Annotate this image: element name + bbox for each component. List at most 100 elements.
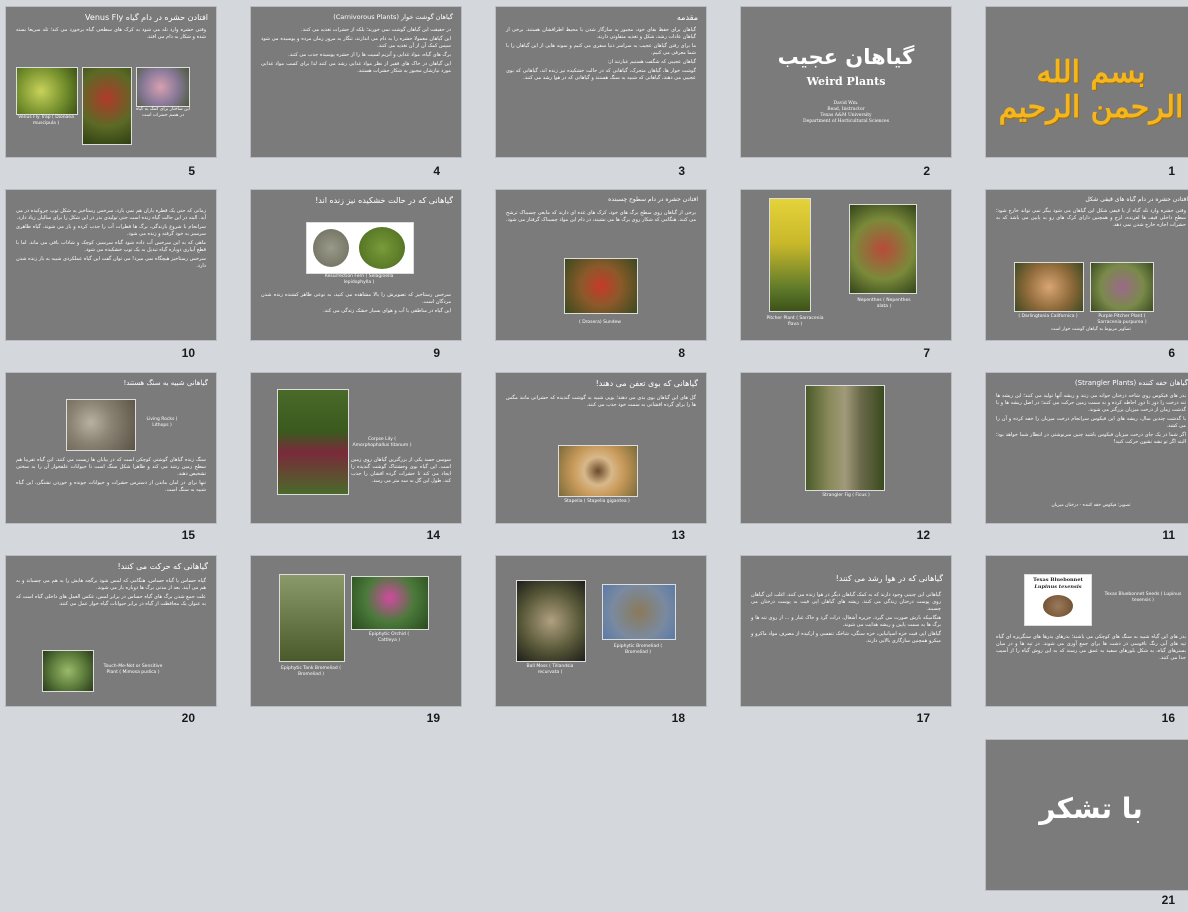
- slide-bullets: بذر های این گیاه شبیه به سنگ های کوچکی م…: [996, 634, 1186, 664]
- corpse-lily-photo: [277, 389, 349, 495]
- slide-thumbnail-2[interactable]: گیاهان عجیب Weird Plants David Wm. Bead,…: [741, 7, 951, 157]
- epiphytic-tank-bromeliad-photo: [279, 574, 345, 662]
- slide-title: گیاهانی که در حالت خشکیده نیز زنده اند!: [315, 196, 453, 205]
- slide-credits: David Wm. Bead, Instructor Texas A&M Uni…: [741, 101, 951, 125]
- slide-bullets: در حقیقت این گیاهان گوشت نمی خورند؛ بلکه…: [261, 27, 451, 77]
- green-fern-rosette: [359, 227, 405, 269]
- slide-number: 9: [433, 346, 440, 360]
- slide-thumbnail-21[interactable]: با تشکر: [986, 740, 1188, 890]
- slide-title: گیاهان گوشت خوار (Carnivorous Plants): [333, 13, 453, 21]
- bullet: با گذشت چندین سال، ریشه های این فیکوس سر…: [996, 416, 1186, 429]
- bullet: وقتی حشره وارد تله می شود به کرک های سطح…: [16, 27, 206, 40]
- bullet: گیاهان برای حفظ بقای خود، مجبور به سازگا…: [506, 27, 696, 40]
- slide-thumbnail-1[interactable]: بسم الله الرحمن الرحيم: [986, 7, 1188, 157]
- photo-caption: Touch-Me-Not or Sensitive Plant ( Mimosa…: [103, 664, 163, 675]
- slide-title: افتادن حشره در دام گیاه های قیفی شکل: [1085, 196, 1188, 203]
- bullet: بذر های این گیاه شبیه به سنگ های کوچکی م…: [996, 634, 1186, 661]
- photo-caption: Pitcher Plant ( Sarracenia flava ): [766, 316, 824, 327]
- slide-thumbnail-12[interactable]: Strangler Fig ( Ficus ): [741, 373, 951, 523]
- slide-bullets: گیاه حساس یا گیاه حساس، هنگامی که لمس شو…: [16, 578, 206, 610]
- slide-thumbnail-14[interactable]: Corpse Lily ( Amorphophallus titanum ) س…: [251, 373, 461, 523]
- slide-thumbnail-8[interactable]: افتادن حشره در دام سطوح چسبنده برخی از گ…: [496, 190, 706, 340]
- slide-thumbnail-17[interactable]: گیاهانی که در هوا رشد می کنند! گیاهانی ا…: [741, 556, 951, 706]
- bullet: اگر شما در یک جای درخت میزبان فیکوس باشی…: [996, 432, 1186, 445]
- slide-bullets: سوسن جسد یکی از بزرگترین گیاهان روی زمین…: [351, 457, 451, 487]
- slide-number: 13: [671, 528, 685, 542]
- venus-flytrap-closeup-photo: [82, 67, 132, 145]
- slide-thumbnail-7[interactable]: Pitcher Plant ( Sarracenia flava ) Nepen…: [741, 190, 951, 340]
- slide-title: افتادن حشره در دام سطوح چسبنده: [608, 196, 698, 203]
- slide-thumbnail-4[interactable]: گیاهان گوشت خوار (Carnivorous Plants) در…: [251, 7, 461, 157]
- epiphytic-bromeliad-photo: [602, 584, 676, 640]
- photo-caption: تصویر: فیکوس خفه کننده - درختان میزبان: [1051, 503, 1131, 508]
- slide-bullets: سنگ زنده گیاهان گوشتی کوچکی است که در بی…: [16, 457, 206, 496]
- photo-caption: Venus Fly Trap ( Dionaea muscipula ): [18, 115, 74, 126]
- bluebonnet-seeds-photo: Texas Bluebonnet Lupinus texensis: [1024, 574, 1092, 626]
- slide-thumbnail-18[interactable]: Ball Moss ( Tillandsia recurvata ) Epiph…: [496, 556, 706, 706]
- slide-title: مقدمه: [676, 13, 698, 22]
- bullet: سنگ زنده گیاهان گوشتی کوچکی است که در بی…: [16, 457, 206, 477]
- photo-caption: این ساختار برای کمک به گیاه در هضم حشرات…: [135, 107, 191, 118]
- photo-caption: Corpse Lily ( Amorphophallus titanum ): [352, 437, 412, 448]
- slide-number: 5: [188, 164, 195, 178]
- bullet: گیاهان اپی فیت خزه اسپانیایی، خزه سنگی، …: [751, 631, 941, 644]
- seed-title: Texas Bluebonnet: [1033, 577, 1083, 583]
- bullet: وقتی حشره وارد تله گیاه از یا قیفی شکل ا…: [996, 208, 1186, 228]
- slide-thumbnail-20[interactable]: گیاهانی که حرکت می کنند! گیاه حساس یا گی…: [6, 556, 216, 706]
- bullet: بذر های فیکوس روی شاخه درختان جوانه می ز…: [996, 393, 1186, 413]
- slide-number: 2: [923, 164, 930, 178]
- slide-thumbnail-6[interactable]: افتادن حشره در دام گیاه های قیفی شکل وقت…: [986, 190, 1188, 340]
- photo-caption: Living Rocks ( Lithops ): [146, 417, 178, 428]
- slide-thumbnail-11[interactable]: گیاهان خفه کننده (Strangler Plants) بذر …: [986, 373, 1188, 523]
- bullet: سوسن جسد یکی از بزرگترین گیاهان روی زمین…: [351, 457, 451, 484]
- slide-thumbnail-3[interactable]: مقدمه گیاهان برای حفظ بقای خود، مجبور به…: [496, 7, 706, 157]
- pitcher-plant-photo: [769, 198, 811, 312]
- bullet: گیاه حساس یا گیاه حساس، هنگامی که لمس شو…: [16, 578, 206, 591]
- purple-pitcher-plant-photo: [1090, 262, 1154, 312]
- bullet: سرخس رستاخیز هیچگاه نمی میرد! می توان گف…: [16, 256, 206, 269]
- slide-thumbnail-10[interactable]: زمانی که حتی یک قطره باران هم نمی بارد، …: [6, 190, 216, 340]
- strangler-fig-photo: [805, 385, 885, 491]
- slide-number: 21: [1161, 893, 1175, 907]
- bullet: برگ های گیاه، مواد غذایی و آنزیم لسیت ها…: [288, 52, 451, 58]
- bullet: تنها برای در امان ماندن از دسترس حشرات و…: [16, 480, 206, 493]
- slide-bullets: وقتی حشره وارد تله گیاه از یا قیفی شکل ا…: [996, 208, 1186, 231]
- ball-moss-photo: [516, 580, 586, 662]
- slide-title: گیاهانی که در هوا رشد می کنند!: [835, 574, 943, 583]
- slide-number: 18: [671, 711, 685, 725]
- photo-caption: Resurrection Fern ( Selaginella lepidoph…: [324, 274, 394, 285]
- photo-caption: Epiphytic Tank Bromeliad ( Bromeliad ): [281, 666, 341, 677]
- bullet: ماهی که به این سرخس آب داده شود گیاه سرس…: [16, 240, 206, 253]
- slide-title: گیاهانی که حرکت می کنند!: [117, 562, 209, 571]
- calligraphy-basmala: بسم الله الرحمن الرحيم: [998, 55, 1185, 125]
- photo-caption: Stapelia ( Stapelia gigantea ): [564, 499, 630, 504]
- dry-fern-ball: [313, 229, 349, 267]
- photo-caption: Nepenthes ( Nepenthes alata ): [857, 298, 911, 309]
- bullet: ما برای رفتن گیاهان عجیب به سراسر دنیا س…: [506, 43, 696, 56]
- slide-bullets: برخی از گیاهان روی سطح برگ های خود، کرک …: [506, 210, 696, 226]
- slide-title: گیاهان عجیب: [777, 45, 915, 69]
- slide-thumbnail-13[interactable]: گیاهانی که بوی تعفن می دهند! گل های این …: [496, 373, 706, 523]
- photo-caption: Epiphytic Orchid ( Cattleya ): [368, 632, 410, 643]
- slide-bullets: سرخس رستاخیز که تصویرش را بالا مشاهده می…: [261, 292, 451, 317]
- photo-caption: تصاویر مربوط به گیاهان گوشت خوار است: [1051, 327, 1131, 332]
- bullet: گیاهانی این چنینی وجود دارند که به کمک گ…: [751, 592, 941, 612]
- slide-title: گیاهانی شبیه به سنگ هستند!: [123, 379, 208, 387]
- slide-number: 12: [916, 528, 930, 542]
- slide-thumbnail-19[interactable]: Epiphytic Orchid ( Cattleya ) Epiphytic …: [251, 556, 461, 706]
- photo-caption: ( Darlingtonia Californica ): [1018, 314, 1078, 319]
- living-rocks-photo: [66, 399, 136, 451]
- slide-thumbnail-16[interactable]: Texas Bluebonnet Lupinus texensis Texas …: [986, 556, 1188, 706]
- photo-caption: Strangler Fig ( Ficus ): [822, 493, 870, 498]
- slide-bullets: بذر های فیکوس روی شاخه درختان جوانه می ز…: [996, 393, 1186, 448]
- slide-number: 17: [916, 711, 930, 725]
- slide-thumbnail-15[interactable]: گیاهانی شبیه به سنگ هستند! Living Rocks …: [6, 373, 216, 523]
- slide-thumbnail-5[interactable]: افتادن حشره در دام گیاه Venus Fly وقتی ح…: [6, 7, 216, 157]
- slide-title: افتادن حشره در دام گیاه Venus Fly: [85, 13, 208, 22]
- seed-latin-name: Lupinus texensis: [1034, 584, 1082, 590]
- trap-detail-photo: [136, 67, 190, 107]
- slide-number: 7: [923, 346, 930, 360]
- photo-caption: Ball Moss ( Tillandsia recurvata ): [526, 664, 574, 675]
- slide-number: 20: [181, 711, 195, 725]
- slide-thumbnail-9[interactable]: گیاهانی که در حالت خشکیده نیز زنده اند! …: [251, 190, 461, 340]
